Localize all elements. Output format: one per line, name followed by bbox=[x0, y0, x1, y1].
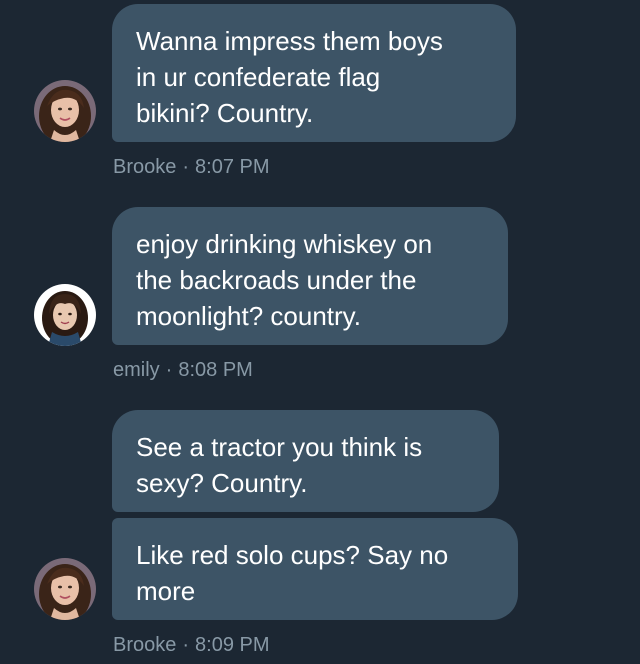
avatar-brooke[interactable] bbox=[34, 80, 96, 142]
message-text: See a tractor you think is sexy? Country… bbox=[136, 432, 423, 498]
dm-thread: Wanna impress them boys in ur confederat… bbox=[0, 0, 640, 664]
message-bubble[interactable]: Like red solo cups? Say no more bbox=[112, 518, 518, 620]
message-meta: emily · 8:08 PM bbox=[113, 358, 253, 382]
author-name[interactable]: Brooke bbox=[113, 156, 176, 178]
brooke-avatar-icon bbox=[34, 558, 96, 620]
message-bubble[interactable]: See a tractor you think is sexy? Country… bbox=[112, 410, 499, 512]
brooke-avatar-icon bbox=[34, 80, 96, 142]
meta-separator: · bbox=[165, 359, 173, 381]
emily-avatar-icon bbox=[34, 284, 96, 346]
message-bubble[interactable]: Wanna impress them boys in ur confederat… bbox=[112, 4, 516, 142]
meta-separator: · bbox=[182, 634, 190, 656]
timestamp: 8:07 PM bbox=[195, 156, 270, 178]
author-name[interactable]: emily bbox=[113, 359, 160, 381]
message-meta: Brooke · 8:07 PM bbox=[113, 155, 270, 179]
avatar-emily[interactable] bbox=[34, 284, 96, 346]
message-meta: Brooke · 8:09 PM bbox=[113, 633, 270, 657]
message-text: enjoy drinking whiskey on the backroads … bbox=[136, 229, 433, 331]
message-text: Wanna impress them boys in ur confederat… bbox=[136, 26, 443, 128]
meta-separator: · bbox=[182, 156, 190, 178]
avatar-brooke[interactable] bbox=[34, 558, 96, 620]
timestamp: 8:08 PM bbox=[178, 359, 253, 381]
timestamp: 8:09 PM bbox=[195, 634, 270, 656]
message-bubble[interactable]: enjoy drinking whiskey on the backroads … bbox=[112, 207, 508, 345]
author-name[interactable]: Brooke bbox=[113, 634, 176, 656]
message-text: Like red solo cups? Say no more bbox=[136, 540, 449, 606]
